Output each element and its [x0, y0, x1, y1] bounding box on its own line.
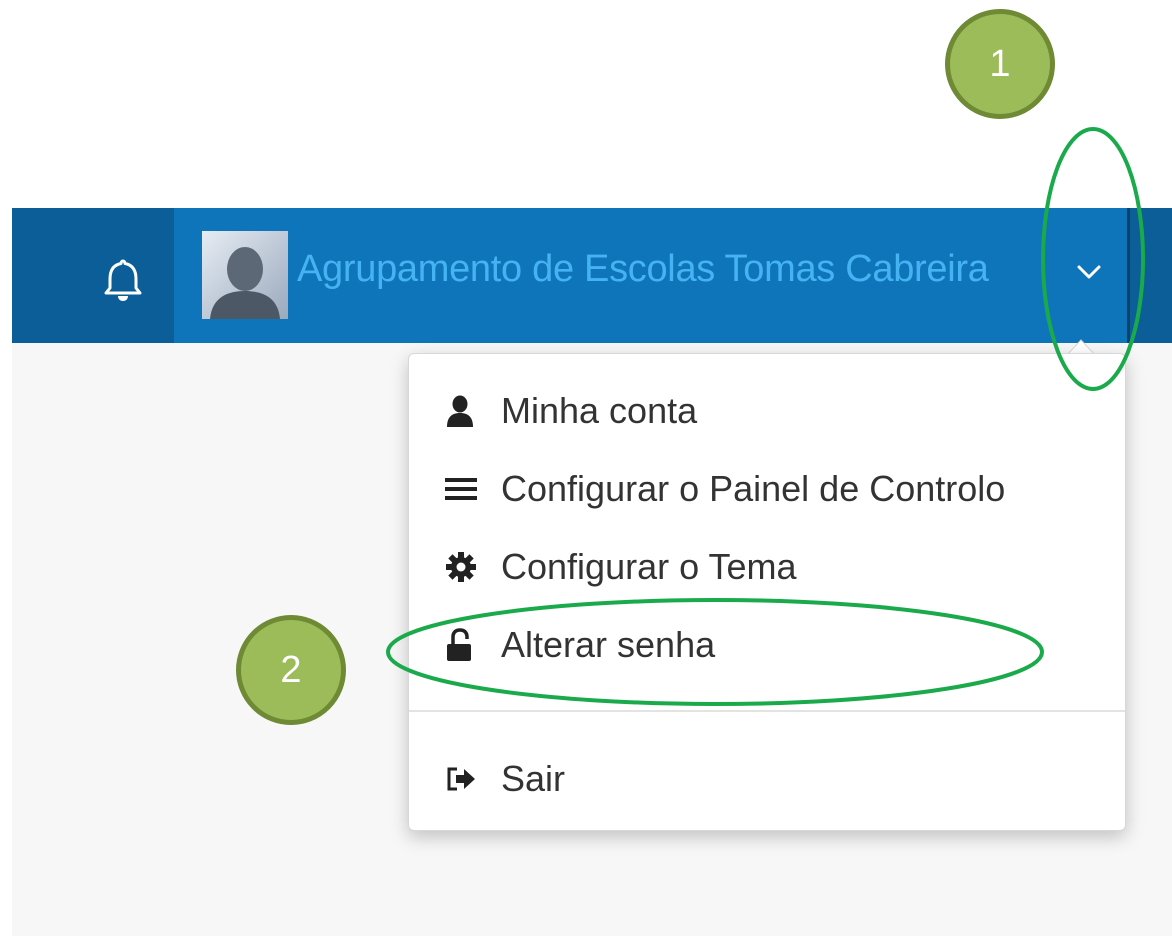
menu-item-label: Configurar o Painel de Controlo	[501, 468, 1006, 509]
user-dropdown-menu: Minha conta Configurar o Painel de Contr…	[408, 353, 1126, 831]
user-icon	[445, 393, 483, 429]
notifications-cell[interactable]	[12, 208, 174, 343]
menu-item-configurar-painel[interactable]: Configurar o Painel de Controlo	[445, 464, 1005, 514]
gear-icon	[445, 549, 483, 585]
menu-item-label: Alterar senha	[501, 624, 716, 665]
avatar[interactable]	[202, 231, 288, 319]
sign-out-icon	[445, 761, 483, 797]
menu-item-alterar-senha[interactable]: Alterar senha	[445, 620, 715, 670]
menu-item-minha-conta[interactable]: Minha conta	[445, 386, 697, 436]
menu-item-configurar-tema[interactable]: Configurar o Tema	[445, 542, 797, 592]
menu-item-label: Configurar o Tema	[501, 546, 797, 587]
menu-divider	[409, 710, 1125, 712]
bars-icon	[445, 471, 483, 507]
user-name-link[interactable]: Agrupamento de Escolas Tomas Cabreira	[297, 248, 989, 291]
bell-icon[interactable]	[98, 255, 148, 305]
menu-item-label: Sair	[501, 758, 566, 799]
annotation-badge-1: 1	[945, 9, 1055, 119]
menu-item-label: Minha conta	[501, 390, 698, 431]
unlock-icon	[445, 627, 483, 663]
navbar-right-edge	[1127, 208, 1172, 343]
annotation-badge-2: 2	[236, 615, 346, 725]
chevron-down-icon[interactable]	[1073, 256, 1105, 288]
menu-item-sair[interactable]: Sair	[445, 754, 565, 804]
